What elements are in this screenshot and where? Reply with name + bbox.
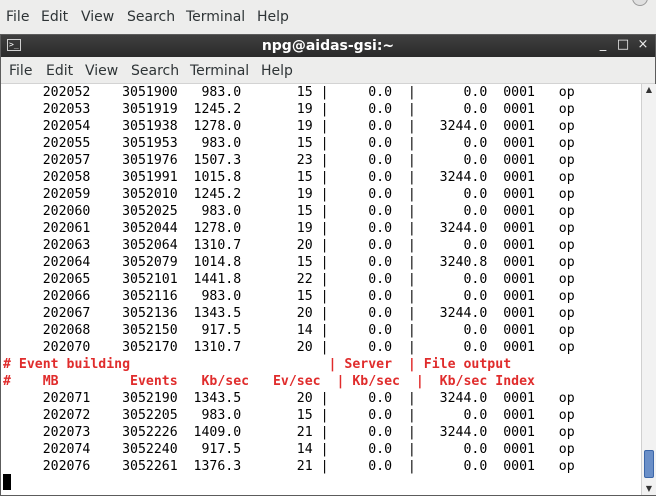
window-title: npg@aidas-gsi:~: [261, 38, 395, 54]
output-line: 202070 3052170 1310.7 20 | 0.0 | 0.0 000…: [3, 340, 575, 355]
output-header-line: # MB Events Kb/sec Ev/sec | Kb/sec | Kb/…: [3, 374, 535, 389]
terminal-menubar: File Edit View Search Terminal Help: [1, 57, 655, 84]
output-line: 202071 3052190 1343.5 20 | 0.0 | 3244.0 …: [3, 391, 575, 406]
menu-terminal[interactable]: Terminal: [190, 63, 249, 79]
output-line: 202052 3051900 983.0 15 | 0.0 | 0.0 0001…: [3, 85, 575, 100]
output-line: 202074 3052240 917.5 14 | 0.0 | 0.0 0001…: [3, 442, 575, 457]
vertical-scrollbar[interactable]: ▲ ▼: [641, 84, 656, 495]
maximize-button[interactable]: □: [615, 37, 631, 52]
output-line: 202055 3051953 983.0 15 | 0.0 | 0.0 0001…: [3, 136, 575, 151]
outer-menu-view[interactable]: View: [81, 9, 114, 25]
outer-menubar: File Edit View Search Terminal Help: [0, 0, 656, 34]
outer-window-button[interactable]: [632, 0, 648, 6]
output-line: 202065 3052101 1441.8 22 | 0.0 | 0.0 000…: [3, 272, 575, 287]
menu-edit[interactable]: Edit: [46, 63, 73, 79]
output-line: 202076 3052261 1376.3 21 | 0.0 | 0.0 000…: [3, 459, 575, 474]
minimize-button[interactable]: _: [595, 37, 611, 52]
window-titlebar[interactable]: >_ npg@aidas-gsi:~ _ □ ×: [1, 35, 655, 57]
outer-menu-help[interactable]: Help: [257, 9, 289, 25]
outer-menu-edit[interactable]: Edit: [41, 9, 68, 25]
output-line: 202067 3052136 1343.5 20 | 0.0 | 3244.0 …: [3, 306, 575, 321]
output-line: 202054 3051938 1278.0 19 | 0.0 | 3244.0 …: [3, 119, 575, 134]
menu-file[interactable]: File: [9, 63, 32, 79]
output-line: 202063 3052064 1310.7 20 | 0.0 | 0.0 000…: [3, 238, 575, 253]
output-line: 202068 3052150 917.5 14 | 0.0 | 0.0 0001…: [3, 323, 575, 338]
menu-search[interactable]: Search: [131, 63, 179, 79]
output-line: 202072 3052205 983.0 15 | 0.0 | 0.0 0001…: [3, 408, 575, 423]
outer-menu-file[interactable]: File: [6, 9, 29, 25]
close-button[interactable]: ×: [635, 37, 651, 52]
output-line: 202073 3052226 1409.0 21 | 0.0 | 3244.0 …: [3, 425, 575, 440]
output-line: 202057 3051976 1507.3 23 | 0.0 | 0.0 000…: [3, 153, 575, 168]
output-line: 202061 3052044 1278.0 19 | 0.0 | 3244.0 …: [3, 221, 575, 236]
terminal-output[interactable]: 202052 3051900 983.0 15 | 0.0 | 0.0 0001…: [1, 84, 640, 495]
arrow-down-icon[interactable]: ▼: [642, 483, 656, 495]
output-line: 202059 3052010 1245.2 19 | 0.0 | 0.0 000…: [3, 187, 575, 202]
output-line: 202058 3051991 1015.8 15 | 0.0 | 3244.0 …: [3, 170, 575, 185]
terminal-window: >_ npg@aidas-gsi:~ _ □ × File Edit View …: [0, 34, 656, 496]
outer-menu-search[interactable]: Search: [127, 9, 175, 25]
outer-menu-terminal[interactable]: Terminal: [186, 9, 245, 25]
output-line: 202053 3051919 1245.2 19 | 0.0 | 0.0 000…: [3, 102, 575, 117]
scrollbar-thumb[interactable]: [644, 450, 654, 478]
menu-view[interactable]: View: [85, 63, 118, 79]
output-line: 202066 3052116 983.0 15 | 0.0 | 0.0 0001…: [3, 289, 575, 304]
output-line: 202060 3052025 983.0 15 | 0.0 | 0.0 0001…: [3, 204, 575, 219]
output-line: 202064 3052079 1014.8 15 | 0.0 | 3240.8 …: [3, 255, 575, 270]
text-cursor: [3, 474, 11, 490]
output-header-line: # Event building | Server | File output: [3, 357, 512, 372]
menu-help[interactable]: Help: [261, 63, 293, 79]
arrow-up-icon[interactable]: ▲: [642, 84, 656, 96]
